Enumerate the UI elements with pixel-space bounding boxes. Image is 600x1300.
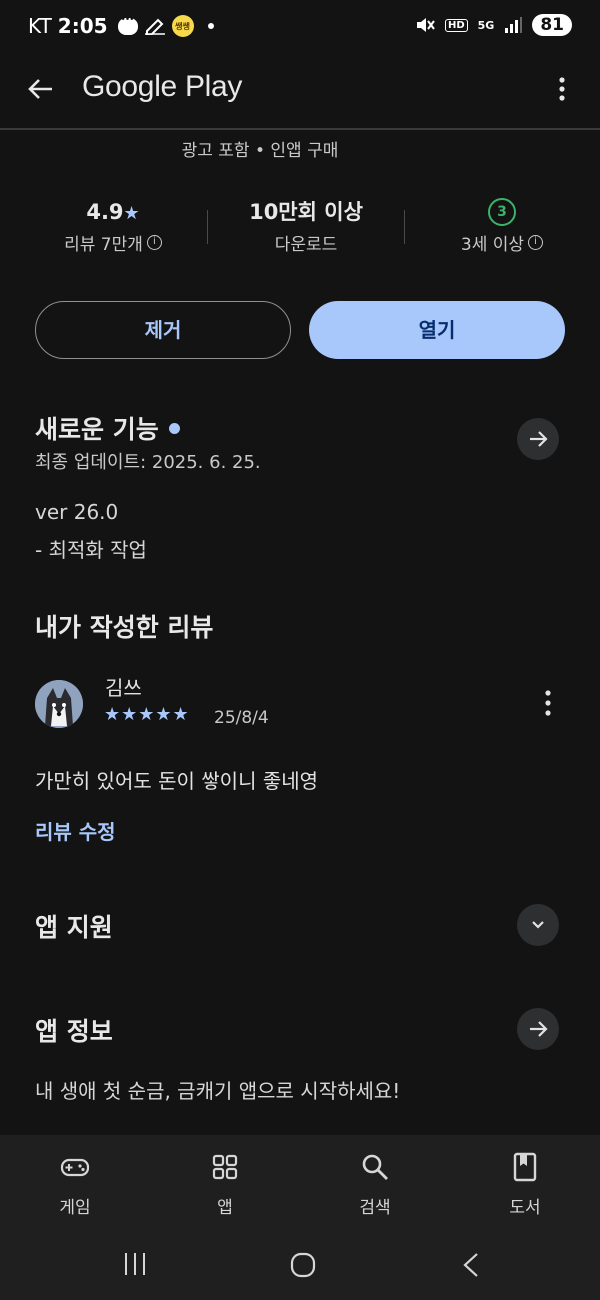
app-info-arrow-button[interactable] xyxy=(517,1008,559,1050)
age-label: 3세 이상 xyxy=(460,235,525,255)
app-stats-row: 4.9★ 리뷰 7만개 i 10만회 이상 다운로드 3 3세 이상 i xyxy=(0,196,600,266)
rating-value: 4.9★ xyxy=(33,196,193,228)
signal-icon xyxy=(504,17,523,33)
rating-label-row: 리뷰 7만개 i xyxy=(33,230,193,255)
more-vert-icon[interactable] xyxy=(552,72,572,106)
star-icon: ★ xyxy=(123,203,140,224)
more-notifications-dot-icon xyxy=(207,23,214,29)
my-review-title: 내가 작성한 리뷰 xyxy=(35,613,214,642)
app-bar-divider xyxy=(0,128,600,130)
downloads-label: 다운로드 xyxy=(274,235,338,255)
whats-new-title[interactable]: 새로운 기능 xyxy=(35,410,180,446)
network-type-icon: 5G xyxy=(477,18,495,32)
stat-divider xyxy=(404,210,405,244)
info-icon: i xyxy=(146,235,162,250)
nav-item-books[interactable]: 도서 xyxy=(475,1151,575,1218)
book-icon xyxy=(513,1152,537,1182)
app-support-expand-button[interactable] xyxy=(517,904,559,946)
version-text: ver 26.0 xyxy=(35,500,119,524)
rating-label: 리뷰 7만개 xyxy=(64,235,143,255)
search-icon xyxy=(362,1154,388,1180)
avatar xyxy=(35,680,83,728)
husky-avatar-image xyxy=(35,680,83,728)
hd-voice-icon: HD xyxy=(444,18,468,32)
kakao-notification-icon: 쌩쌩 xyxy=(171,15,194,37)
age-label-row: 3세 이상 i xyxy=(422,230,582,255)
system-navigation-bar xyxy=(0,1233,600,1300)
status-left: KT 2:05 쌩쌩 xyxy=(28,14,214,38)
chevron-down-icon xyxy=(532,921,544,929)
age-rating-badge: 3 xyxy=(488,198,516,226)
mute-icon xyxy=(415,16,435,34)
app-title: Google Play xyxy=(82,70,243,103)
back-arrow-icon[interactable] xyxy=(24,72,58,106)
clock: 2:05 xyxy=(57,14,108,38)
gamepad-icon xyxy=(60,1158,90,1177)
rating-number: 4.9 xyxy=(86,200,124,224)
edit-notification-icon xyxy=(144,17,166,35)
apps-grid-icon xyxy=(212,1154,238,1180)
downloads-stat: 10만회 이상 다운로드 xyxy=(226,196,386,255)
chat-notification-icon xyxy=(117,15,138,35)
review-date: 25/8/4 xyxy=(214,708,269,728)
app-description: 내 생애 첫 순금, 금캐기 앱으로 시작하세요! xyxy=(35,1079,401,1103)
nav-label-games: 게임 xyxy=(59,1198,91,1218)
nav-label-apps: 앱 xyxy=(217,1198,233,1218)
rating-stat[interactable]: 4.9★ 리뷰 7만개 i xyxy=(33,196,193,255)
system-back-icon[interactable] xyxy=(460,1251,482,1283)
arrow-forward-icon xyxy=(530,1021,548,1037)
recent-apps-icon[interactable] xyxy=(122,1251,148,1281)
review-text: 가만히 있어도 돈이 쌓이니 좋네영 xyxy=(35,769,319,793)
release-notes: - 최적화 작업 xyxy=(35,538,147,562)
app-meta-info: 광고 포함 • 인앱 구매 xyxy=(181,141,339,161)
edit-review-link[interactable]: 리뷰 수정 xyxy=(35,816,116,845)
reviewer-name: 김쓰 xyxy=(105,676,142,700)
info-icon: i xyxy=(528,235,544,250)
bottom-navigation: 게임 앱 검색 도서 xyxy=(0,1135,600,1233)
last-updated: 최종 업데이트: 2025. 6. 25. xyxy=(35,452,261,473)
content-rating-stat[interactable]: 3 3세 이상 i xyxy=(422,196,582,255)
top-app-bar: Google Play xyxy=(0,56,600,122)
home-icon[interactable] xyxy=(289,1251,317,1283)
arrow-forward-icon xyxy=(530,431,548,447)
new-indicator-dot xyxy=(168,422,180,434)
app-info-title[interactable]: 앱 정보 xyxy=(35,1012,113,1048)
app-support-title[interactable]: 앱 지원 xyxy=(35,908,113,944)
open-button[interactable]: 열기 xyxy=(309,301,565,359)
carrier-label: KT xyxy=(28,14,52,38)
whats-new-arrow-button[interactable] xyxy=(517,418,559,460)
whats-new-title-text: 새로운 기능 xyxy=(35,415,159,444)
nav-item-games[interactable]: 게임 xyxy=(25,1151,125,1218)
status-bar: KT 2:05 쌩쌩 HD 5G 81 xyxy=(0,0,600,56)
stat-divider xyxy=(207,210,208,244)
review-star-rating: ★★★★★ xyxy=(104,704,190,725)
review-more-vert-icon[interactable] xyxy=(538,688,558,718)
uninstall-button[interactable]: 제거 xyxy=(35,301,291,359)
nav-label-search: 검색 xyxy=(359,1198,391,1218)
nav-item-search[interactable]: 검색 xyxy=(325,1151,425,1218)
nav-item-apps[interactable]: 앱 xyxy=(175,1151,275,1218)
downloads-value: 10만회 이상 xyxy=(249,200,363,224)
nav-label-books: 도서 xyxy=(509,1198,541,1218)
battery-indicator: 81 xyxy=(532,14,572,36)
status-right: HD 5G 81 xyxy=(415,14,572,36)
